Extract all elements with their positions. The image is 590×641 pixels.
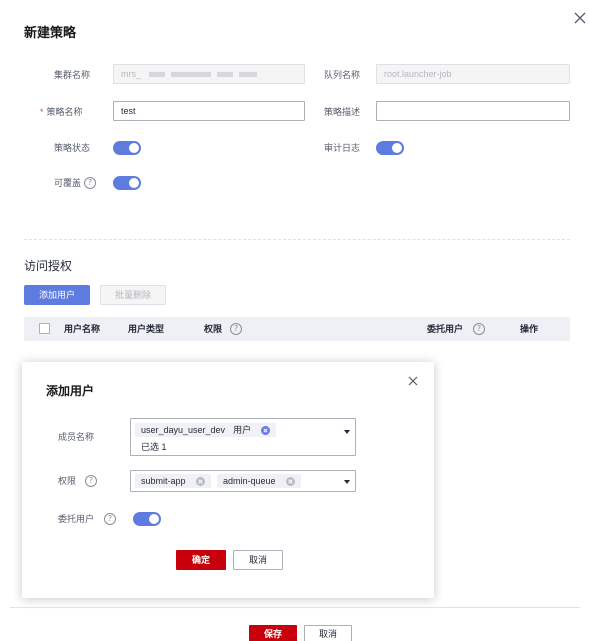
help-icon[interactable]: ? bbox=[473, 323, 485, 335]
dialog-title: 添加用户 bbox=[46, 384, 95, 398]
help-icon[interactable]: ? bbox=[104, 513, 116, 525]
overridable-toggle[interactable] bbox=[113, 176, 141, 190]
access-section-title: 访问授权 bbox=[24, 259, 73, 273]
cluster-name-label: 集群名称 bbox=[54, 70, 91, 80]
queue-name-label: 队列名称 bbox=[324, 70, 361, 80]
delegate-user-toggle[interactable] bbox=[133, 512, 161, 526]
save-button[interactable]: 保存 bbox=[249, 625, 297, 641]
member-tag: user_dayu_user_dev 用户 bbox=[135, 423, 277, 437]
permission-tag-label: admin-queue bbox=[223, 476, 276, 486]
table-header: 用户名称 用户类型 权限 ? 委托用户 ? 操作 bbox=[24, 317, 570, 341]
remove-tag-icon[interactable] bbox=[285, 476, 295, 486]
page-title: 新建策略 bbox=[24, 25, 77, 40]
remove-tag-icon[interactable] bbox=[195, 476, 205, 486]
member-select[interactable]: user_dayu_user_dev 用户 已选 1 bbox=[130, 418, 356, 456]
member-tag-name: user_dayu_user_dev bbox=[141, 425, 226, 435]
remove-tag-icon[interactable] bbox=[261, 425, 271, 435]
queue-name-field: root.launcher-job bbox=[376, 64, 570, 84]
member-tag-type: 用户 bbox=[233, 425, 252, 435]
cluster-name-value: mrs_ bbox=[121, 69, 141, 79]
permission-tag-label: submit-app bbox=[141, 476, 186, 486]
policy-name-input[interactable]: test bbox=[113, 101, 305, 121]
help-icon[interactable]: ? bbox=[230, 323, 242, 335]
selected-count: 已选 1 bbox=[141, 442, 167, 452]
delegate-user-label: 委托用户 bbox=[58, 514, 95, 524]
cluster-name-field: mrs_ bbox=[113, 64, 305, 84]
column-permission: 权限 bbox=[204, 324, 223, 334]
required-mark: * bbox=[40, 107, 44, 117]
confirm-button[interactable]: 确定 bbox=[176, 550, 226, 570]
policy-status-toggle[interactable] bbox=[113, 141, 141, 155]
policy-name-label-wrap: * 策略名称 bbox=[40, 105, 83, 119]
chevron-down-icon[interactable] bbox=[344, 480, 350, 484]
section-divider bbox=[24, 239, 570, 240]
audit-log-toggle[interactable] bbox=[376, 141, 404, 155]
policy-status-label: 策略状态 bbox=[54, 143, 91, 153]
select-all-checkbox[interactable] bbox=[39, 323, 50, 334]
permission-select[interactable]: submit-app admin-queue bbox=[130, 470, 356, 492]
policy-desc-label: 策略描述 bbox=[324, 107, 361, 117]
audit-log-label: 审计日志 bbox=[324, 143, 361, 153]
column-delegate-user: 委托用户 bbox=[427, 324, 464, 334]
column-user-name: 用户名称 bbox=[64, 324, 101, 334]
close-icon[interactable] bbox=[574, 12, 586, 24]
policy-desc-input[interactable] bbox=[376, 101, 570, 121]
permission-label: 权限 bbox=[58, 476, 77, 486]
overridable-label: 可覆盖 bbox=[54, 178, 82, 188]
help-icon[interactable]: ? bbox=[84, 177, 96, 189]
add-user-button[interactable]: 添加用户 bbox=[24, 285, 90, 305]
help-icon[interactable]: ? bbox=[85, 475, 97, 487]
column-actions: 操作 bbox=[520, 324, 539, 334]
column-user-type: 用户类型 bbox=[128, 324, 165, 334]
footer-divider bbox=[10, 607, 580, 608]
policy-name-label: 策略名称 bbox=[46, 107, 83, 117]
member-name-label: 成员名称 bbox=[58, 432, 95, 442]
permission-tag: admin-queue bbox=[217, 474, 301, 488]
cancel-button[interactable]: 取消 bbox=[304, 625, 352, 641]
chevron-down-icon[interactable] bbox=[344, 430, 350, 434]
close-icon[interactable] bbox=[408, 376, 418, 386]
batch-delete-button: 批量删除 bbox=[100, 285, 166, 305]
add-user-dialog: 添加用户 成员名称 user_dayu_user_dev 用户 已选 1 权限 … bbox=[22, 362, 434, 598]
permission-tag: submit-app bbox=[135, 474, 211, 488]
dialog-cancel-button[interactable]: 取消 bbox=[233, 550, 283, 570]
